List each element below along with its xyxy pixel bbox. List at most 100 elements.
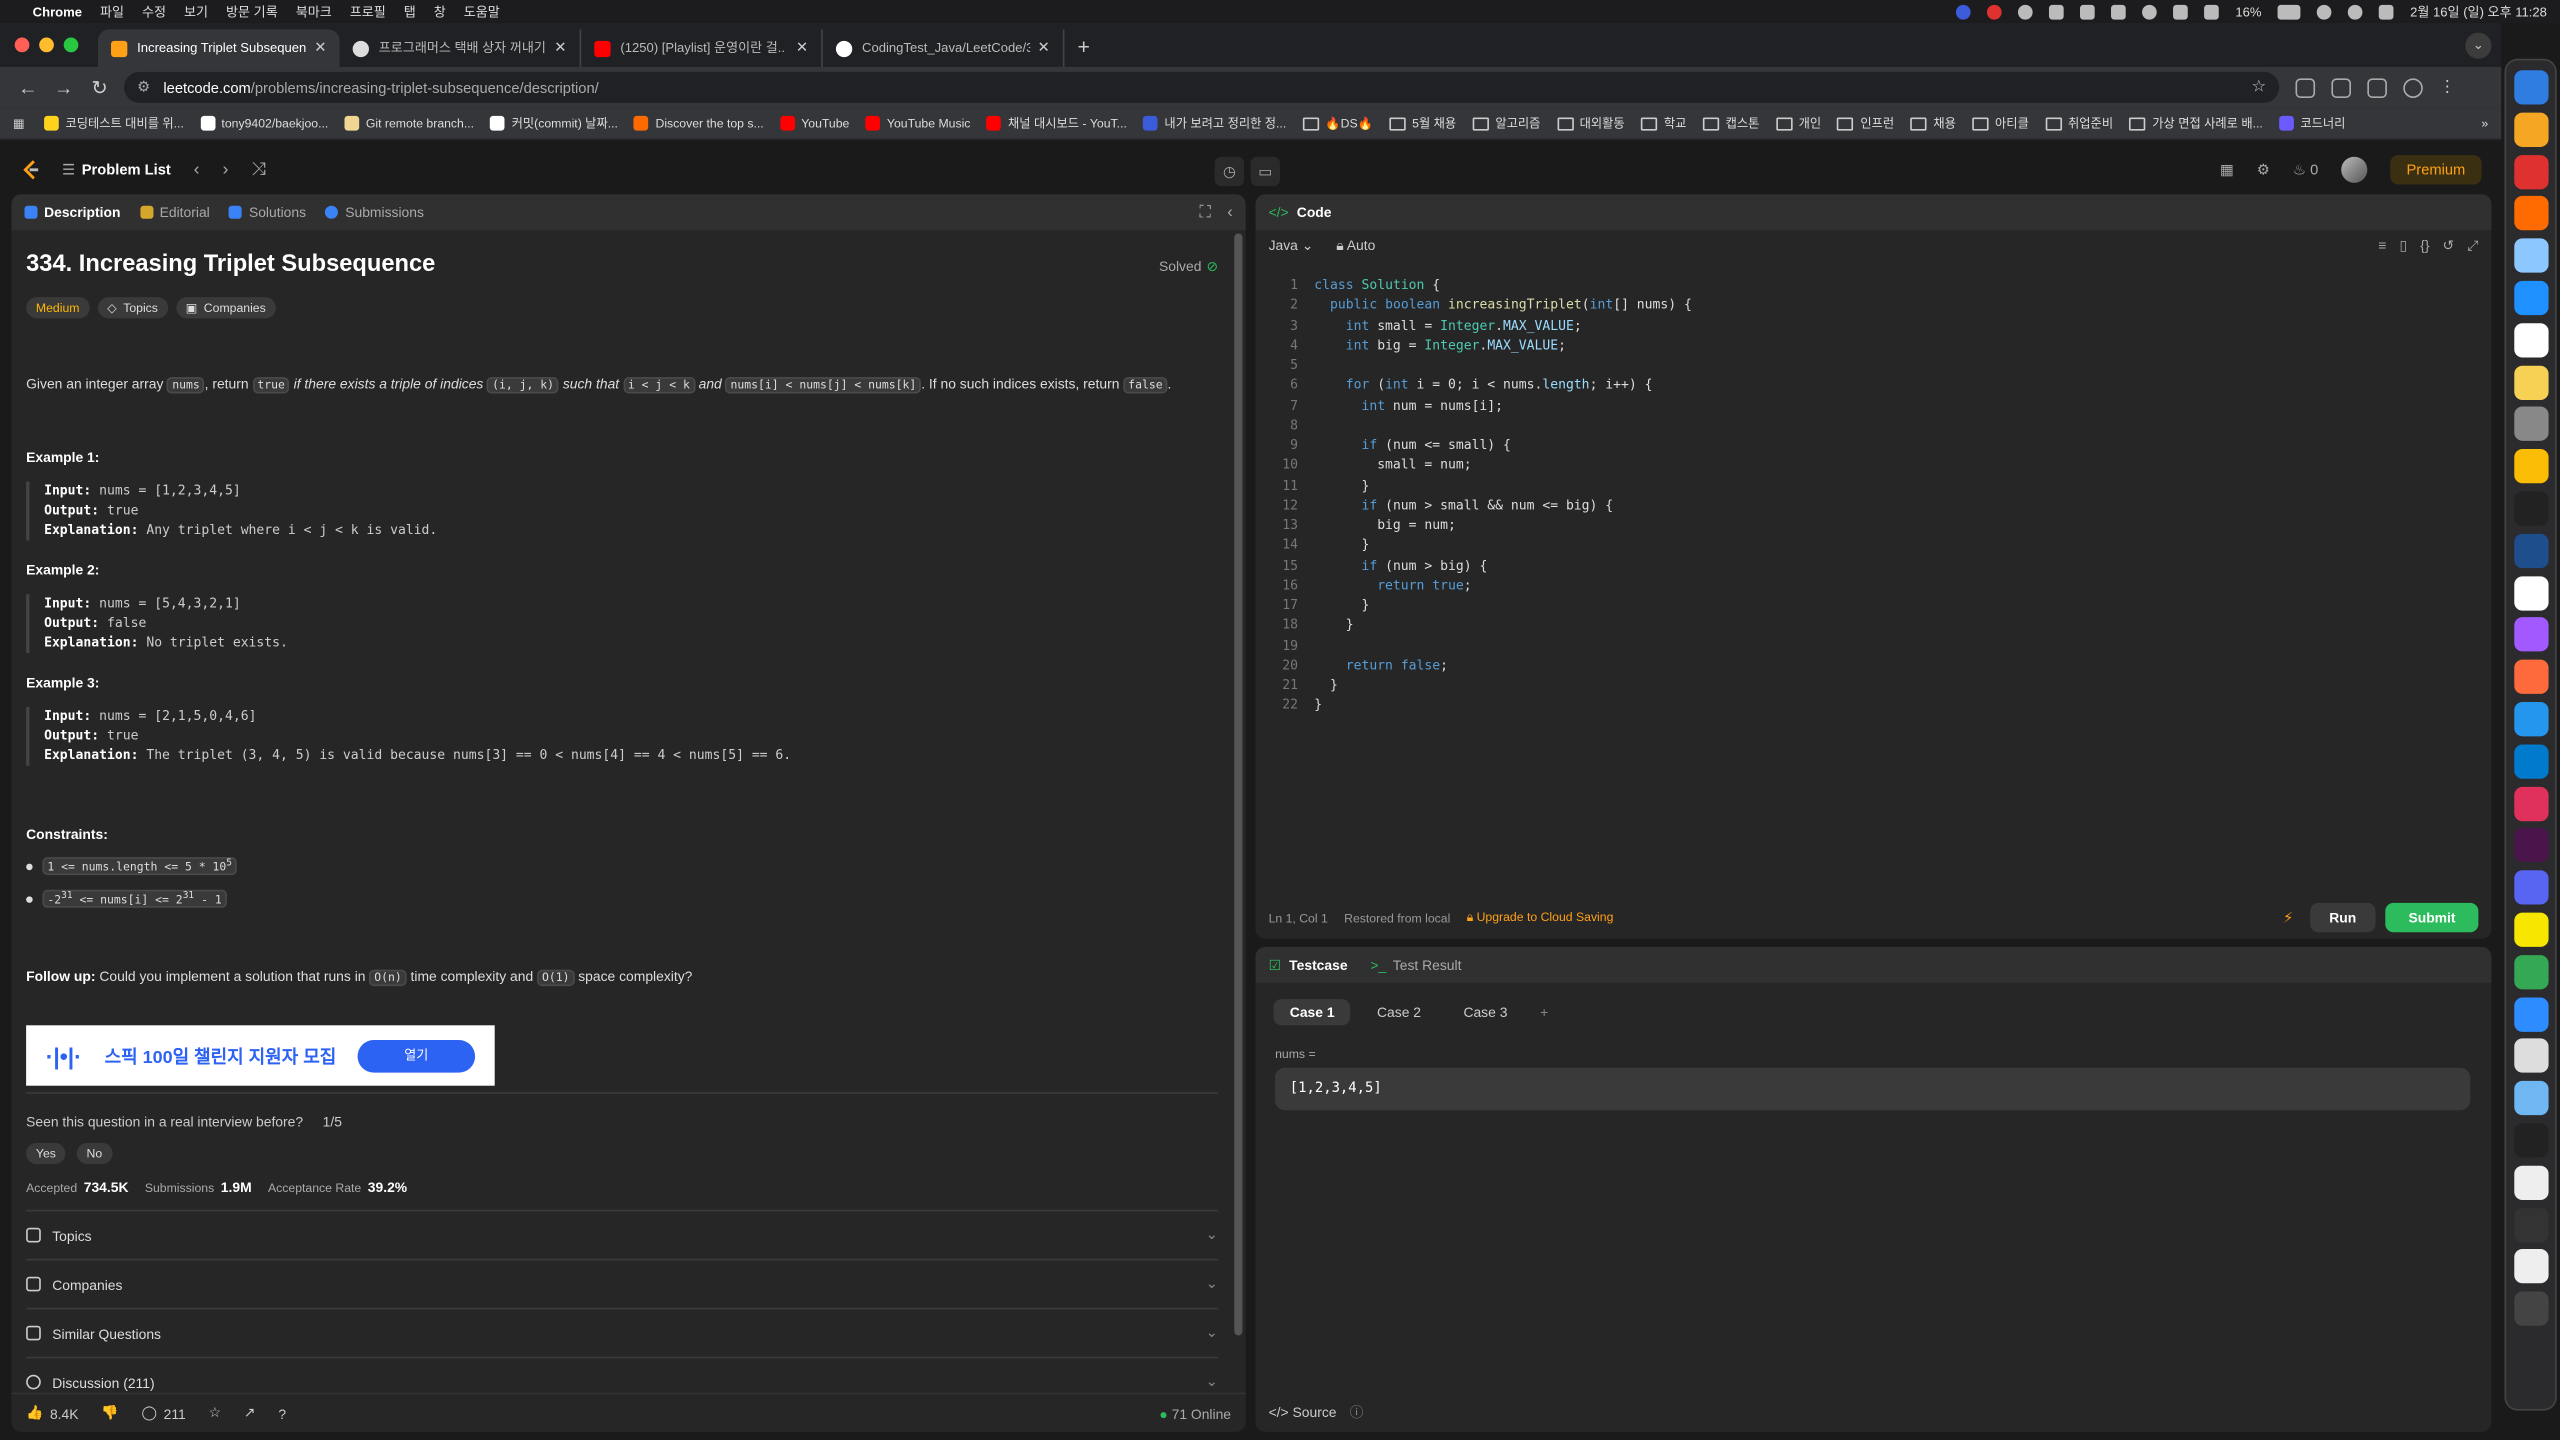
tab-testcase[interactable]: ☑ Testcase	[1269, 956, 1348, 974]
shuffle-icon[interactable]: ⤨	[251, 159, 265, 180]
bookmark-icon[interactable]: ▯	[2399, 236, 2407, 254]
accordion-similar-questions[interactable]: Similar Questions ⌄	[26, 1307, 1218, 1357]
code-line[interactable]: public boolean increasingTriplet(int[] n…	[1314, 298, 1692, 313]
language-select[interactable]: Java ⌄	[1269, 236, 1314, 254]
battery-icon[interactable]	[2277, 4, 2301, 19]
prev-problem-icon[interactable]: ‹	[194, 160, 200, 180]
input-source-icon[interactable]	[2204, 4, 2220, 19]
tab-editorial[interactable]: Editorial	[140, 204, 210, 220]
yes-button[interactable]: Yes	[26, 1142, 66, 1165]
run-button[interactable]: Run	[2309, 902, 2376, 933]
menu-item[interactable]: 프로필	[350, 2, 386, 20]
maps-icon[interactable]	[2514, 954, 2549, 990]
bookmark-folder[interactable]: 아티클	[1972, 114, 2029, 132]
volume-icon[interactable]	[2173, 4, 2189, 19]
bookmark-item[interactable]: 내가 보려고 정리한 정...	[1143, 114, 1286, 132]
apps-grid-icon[interactable]: ▦	[13, 116, 25, 131]
app-icon[interactable]	[2514, 1123, 2549, 1158]
more-bookmarks-icon[interactable]: »	[2481, 116, 2488, 131]
tab-search-button[interactable]: ⌄	[2465, 32, 2492, 59]
auto-mode-toggle[interactable]: 🔒︎ Auto	[1336, 236, 1375, 254]
bookmark-item[interactable]: YouTube Music	[865, 115, 970, 131]
code-line[interactable]: return true;	[1314, 578, 1471, 593]
extensions-icon[interactable]	[2295, 77, 2316, 98]
accordion-topics[interactable]: Topics ⌄	[26, 1209, 1218, 1259]
case-tab[interactable]: Case 1	[1273, 999, 1351, 1026]
reload-icon[interactable]: ↻	[82, 76, 118, 99]
kakaotalk-icon[interactable]	[2514, 912, 2549, 947]
minimize-window-button[interactable]	[39, 37, 54, 53]
leetcode-logo-icon[interactable]	[20, 158, 43, 181]
comments-button[interactable]: ◯ 211	[142, 1404, 186, 1422]
bookmark-star-icon[interactable]: ☆	[2251, 78, 2266, 96]
search-icon[interactable]	[2348, 4, 2363, 19]
reset-icon[interactable]: ↺	[2443, 236, 2455, 254]
submit-button[interactable]: Submit	[2385, 902, 2479, 933]
control-center-icon[interactable]	[2379, 4, 2394, 19]
code-line[interactable]: if (num <= small) {	[1314, 438, 1510, 453]
status-icon[interactable]	[2049, 4, 2064, 19]
bookmark-folder[interactable]: 5월 채용	[1389, 114, 1456, 132]
bookmark-item[interactable]: 커밋(commit) 날짜...	[490, 114, 618, 132]
dislike-button[interactable]: 👎	[101, 1404, 118, 1422]
chrome-menu-icon[interactable]: ⋮	[2439, 78, 2455, 96]
wifi-icon[interactable]	[2317, 4, 2332, 19]
chrome-icon[interactable]	[2514, 449, 2549, 484]
soundcloud-icon[interactable]	[2514, 196, 2549, 231]
intellij-icon[interactable]	[2514, 786, 2549, 821]
menu-item[interactable]: 보기	[184, 2, 208, 20]
upgrade-link[interactable]: 🔒︎ Upgrade to Cloud Saving	[1467, 909, 1614, 925]
code-line[interactable]: }	[1314, 478, 1369, 493]
bookmark-item[interactable]: 코딩테스트 대비를 위...	[44, 114, 184, 132]
add-case-button[interactable]: +	[1540, 999, 1548, 1025]
docker-icon[interactable]	[2514, 702, 2549, 737]
extension-icon[interactable]	[2331, 77, 2352, 98]
bookmark-item[interactable]: Git remote branch...	[344, 115, 474, 131]
notion-icon[interactable]	[2514, 575, 2549, 610]
browser-tab[interactable]: (1250) [Playlist] 운영이란 걸.. ✕	[581, 29, 823, 67]
close-tab-icon[interactable]: ✕	[1037, 39, 1049, 57]
reading-list-icon[interactable]	[2367, 77, 2387, 98]
page-title[interactable]: 334. Increasing Triplet Subsequence	[26, 251, 435, 277]
status-icon[interactable]	[2080, 4, 2095, 19]
zoom-icon[interactable]	[2514, 996, 2549, 1032]
ad-open-button[interactable]: 열기	[357, 1039, 476, 1072]
scrollbar[interactable]	[1234, 233, 1243, 1336]
app-icon[interactable]	[2514, 1207, 2549, 1242]
tab-submissions[interactable]: Submissions	[325, 204, 424, 220]
folder-icon[interactable]	[2514, 1081, 2549, 1116]
calendar-icon[interactable]	[2514, 322, 2549, 358]
like-button[interactable]: 👍 8.4K	[26, 1404, 78, 1422]
bookmark-folder[interactable]: 가상 면접 사례로 배...	[2129, 114, 2263, 132]
figma-icon[interactable]	[2514, 617, 2549, 653]
menu-app-name[interactable]: Chrome	[33, 4, 82, 19]
bookmark-item[interactable]: tony9402/baekjoo...	[200, 115, 328, 131]
bookmark-folder[interactable]: 알고리즘	[1472, 114, 1540, 132]
code-line[interactable]: if (num > small && num <= big) {	[1314, 498, 1613, 513]
discord-icon[interactable]	[2514, 870, 2549, 905]
problem-list-link[interactable]: Problem List	[82, 162, 171, 178]
bluetooth-icon[interactable]	[2111, 4, 2127, 19]
code-line[interactable]: int big = Integer.MAX_VALUE;	[1314, 338, 1566, 353]
trash-icon[interactable]	[2514, 1291, 2549, 1327]
tab-solutions[interactable]: Solutions	[229, 204, 306, 220]
safari-icon[interactable]	[2514, 280, 2549, 316]
bookmark-item[interactable]: Discover the top s...	[634, 115, 764, 131]
menu-item[interactable]: 북마크	[296, 2, 332, 20]
close-tab-icon[interactable]: ✕	[314, 39, 326, 57]
wireshark-icon[interactable]	[2514, 533, 2549, 568]
next-problem-icon[interactable]: ›	[222, 160, 228, 180]
bookmark-folder[interactable]: 학교	[1641, 114, 1686, 132]
timer-icon[interactable]: ◷	[1214, 156, 1245, 187]
settings-icon[interactable]	[2514, 407, 2549, 442]
topics-chip[interactable]: ◇ Topics	[97, 297, 168, 319]
help-icon[interactable]: ?	[278, 1405, 286, 1421]
code-line[interactable]: for (int i = 0; i < nums.length; i++) {	[1314, 378, 1653, 393]
menu-item[interactable]: 탭	[404, 2, 416, 20]
case-tab[interactable]: Case 3	[1447, 999, 1524, 1025]
code-line[interactable]: }	[1314, 678, 1338, 693]
ad-banner[interactable]: ·|•|· 스픽 100일 챌린지 지원자 모집 열기	[26, 1025, 495, 1086]
code-line[interactable]: }	[1314, 698, 1322, 713]
bookmark-folder[interactable]: 캡스톤	[1702, 114, 1759, 132]
app-icon[interactable]	[2514, 1165, 2549, 1200]
